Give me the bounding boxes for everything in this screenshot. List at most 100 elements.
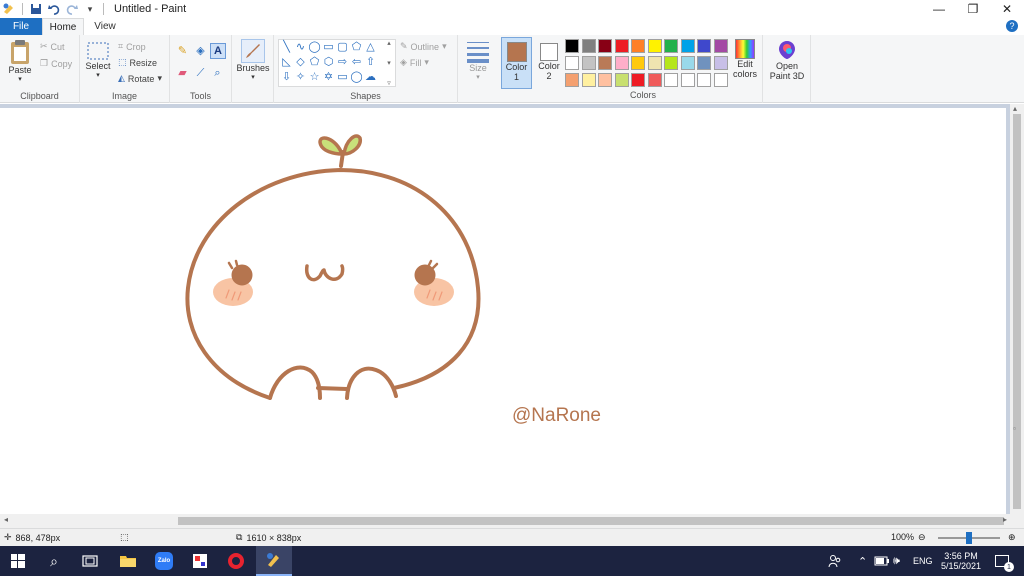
task-view-icon[interactable]: [72, 546, 108, 576]
cloud-callout-shape-icon[interactable]: ☁: [364, 71, 377, 83]
minimize-button[interactable]: —: [922, 0, 956, 18]
edit-colors-button[interactable]: Edit colors: [732, 39, 758, 79]
palette-color-swatch[interactable]: [565, 73, 579, 87]
pencil-icon[interactable]: ✎: [176, 45, 189, 57]
palette-color-swatch[interactable]: [598, 56, 612, 70]
oval-callout-shape-icon[interactable]: ◯: [350, 71, 363, 83]
paste-button[interactable]: Paste ▾: [6, 39, 34, 83]
rotate-button[interactable]: ◭ Rotate ▾: [118, 73, 162, 84]
palette-color-swatch[interactable]: [598, 73, 612, 87]
palette-color-swatch[interactable]: [664, 56, 678, 70]
rectangle-shape-icon[interactable]: ▭: [322, 41, 335, 53]
copy-button[interactable]: ❐ Copy: [40, 58, 72, 69]
language-indicator[interactable]: ENG: [913, 546, 933, 576]
palette-color-swatch[interactable]: [631, 73, 645, 87]
fill-bucket-icon[interactable]: ◈: [194, 45, 207, 57]
shapes-scroll[interactable]: ▴ ▾ ▿: [384, 39, 394, 87]
left-arrow-shape-icon[interactable]: ⇦: [350, 56, 363, 68]
battery-icon[interactable]: [874, 546, 890, 576]
palette-color-swatch[interactable]: [664, 39, 678, 53]
drawing-canvas[interactable]: @NaRone: [0, 108, 1006, 514]
palette-color-swatch[interactable]: [581, 73, 596, 87]
size-button[interactable]: Size ▾: [462, 39, 494, 81]
palette-color-swatch[interactable]: [614, 73, 629, 87]
palette-color-swatch[interactable]: [713, 73, 728, 87]
palette-color-swatch[interactable]: [664, 73, 678, 87]
close-button[interactable]: ✕: [990, 0, 1024, 18]
curve-shape-icon[interactable]: ∿: [294, 41, 307, 53]
palette-color-swatch[interactable]: [713, 56, 728, 70]
palette-color-swatch[interactable]: [565, 56, 579, 70]
palette-color-swatch[interactable]: [713, 39, 728, 53]
color-picker-icon[interactable]: ⟋: [194, 67, 207, 79]
restore-button[interactable]: ❐: [956, 0, 990, 18]
line-shape-icon[interactable]: ╲: [280, 41, 293, 53]
down-arrow-shape-icon[interactable]: ⇩: [280, 71, 293, 83]
zoom-out-button[interactable]: ⊖: [918, 532, 926, 543]
tab-view[interactable]: View: [84, 18, 126, 35]
diamond-shape-icon[interactable]: ◇: [294, 56, 307, 68]
zoom-slider[interactable]: [938, 532, 1000, 544]
palette-color-swatch[interactable]: [680, 39, 695, 53]
scroll-right-icon[interactable]: ▸: [1003, 515, 1007, 524]
color2-button[interactable]: Color 2: [535, 37, 563, 89]
palette-color-swatch[interactable]: [631, 56, 645, 70]
paint-app-icon[interactable]: [2, 2, 16, 16]
hexagon-shape-icon[interactable]: ⬡: [322, 56, 335, 68]
help-icon[interactable]: ?: [1006, 20, 1018, 32]
outline-button[interactable]: ✎ Outline ▾: [400, 41, 447, 52]
file-explorer-icon[interactable]: [110, 546, 146, 576]
palette-color-swatch[interactable]: [565, 39, 579, 53]
vertical-scrollbar[interactable]: ▴ ▫: [1010, 104, 1024, 514]
zoom-slider-thumb[interactable]: [966, 532, 972, 544]
palette-color-swatch[interactable]: [647, 39, 662, 53]
customize-quick-access-icon[interactable]: ▾: [83, 2, 97, 16]
palette-color-swatch[interactable]: [697, 56, 711, 70]
canvas-resize-handle[interactable]: ▫: [1013, 424, 1016, 433]
scroll-up-icon[interactable]: ▴: [1013, 104, 1017, 113]
six-point-star-shape-icon[interactable]: ✡: [322, 71, 335, 83]
polygon-shape-icon[interactable]: ⬠: [350, 41, 363, 53]
oval-shape-icon[interactable]: ◯: [308, 41, 321, 53]
up-arrow-shape-icon[interactable]: ⇧: [364, 56, 377, 68]
horizontal-scroll-thumb[interactable]: [178, 517, 1004, 525]
palette-color-swatch[interactable]: [680, 56, 695, 70]
fill-button[interactable]: ◈ Fill ▾: [400, 57, 429, 68]
tab-home[interactable]: Home: [42, 18, 84, 35]
start-button[interactable]: [0, 546, 36, 576]
paint-taskbar-icon[interactable]: [256, 546, 292, 576]
people-icon[interactable]: [828, 546, 842, 576]
snipping-tool-icon[interactable]: [182, 546, 218, 576]
right-triangle-shape-icon[interactable]: ◺: [280, 56, 293, 68]
rounded-rectangle-shape-icon[interactable]: ▢: [336, 41, 349, 53]
opera-icon[interactable]: [218, 546, 254, 576]
cut-button[interactable]: ✂ Cut: [40, 41, 65, 52]
right-arrow-shape-icon[interactable]: ⇨: [336, 56, 349, 68]
text-tool-icon[interactable]: A: [210, 43, 226, 59]
palette-color-swatch[interactable]: [647, 56, 662, 70]
horizontal-scrollbar[interactable]: ◂ ▸: [0, 514, 1024, 528]
triangle-shape-icon[interactable]: △: [364, 41, 377, 53]
palette-color-swatch[interactable]: [614, 56, 629, 70]
zoom-in-button[interactable]: ⊕: [1008, 532, 1016, 543]
undo-icon[interactable]: [47, 2, 61, 16]
select-button[interactable]: Select ▾: [84, 41, 112, 79]
show-hidden-icons-icon[interactable]: ⌃: [858, 546, 867, 576]
callout-shape-icon[interactable]: ▭: [336, 71, 349, 83]
search-icon[interactable]: ⌕: [36, 546, 72, 576]
color1-button[interactable]: Color 1: [501, 37, 532, 89]
eraser-icon[interactable]: ▰: [176, 67, 189, 79]
palette-color-swatch[interactable]: [647, 73, 662, 87]
palette-color-swatch[interactable]: [581, 56, 596, 70]
brushes-button[interactable]: Brushes ▾: [236, 39, 270, 81]
clock[interactable]: 3:56 PM 5/15/2021: [938, 546, 984, 576]
volume-icon[interactable]: 🕪: [893, 546, 900, 576]
save-icon[interactable]: [29, 2, 43, 16]
redo-icon[interactable]: [65, 2, 79, 16]
palette-color-swatch[interactable]: [697, 73, 711, 87]
notifications-button[interactable]: 1: [990, 546, 1014, 576]
vertical-scroll-thumb[interactable]: [1013, 114, 1021, 509]
palette-color-swatch[interactable]: [581, 39, 596, 53]
open-paint3d-button[interactable]: Open Paint 3D: [766, 39, 808, 81]
palette-color-swatch[interactable]: [697, 39, 711, 53]
